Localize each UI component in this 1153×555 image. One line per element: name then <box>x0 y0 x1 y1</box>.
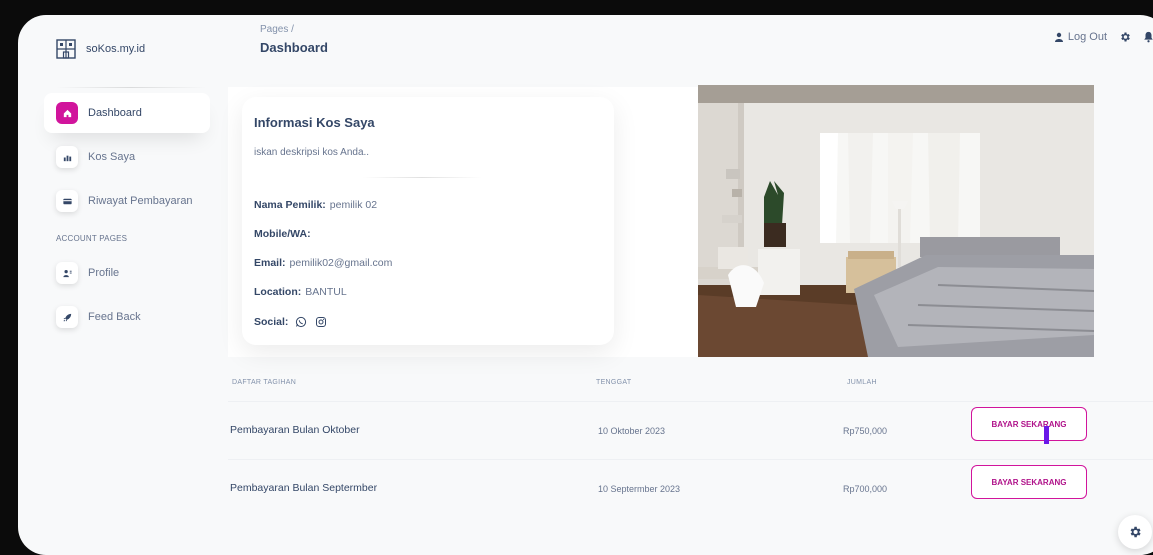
logout-button[interactable]: Log Out <box>1054 31 1107 43</box>
mobile-field: Mobile/WA: <box>254 228 315 240</box>
gear-icon[interactable] <box>1119 31 1131 43</box>
mouse-cursor <box>1044 426 1049 444</box>
sidebar-item-profile[interactable]: Profile <box>44 253 210 293</box>
top-navbar: Log Out <box>1054 31 1153 43</box>
location-value: BANTUL <box>305 286 347 298</box>
brand[interactable]: soKos.my.id <box>56 39 145 59</box>
sidebar-item-label: Profile <box>88 267 120 279</box>
owner-label: Nama Pemilik: <box>254 199 326 211</box>
user-icon <box>1054 32 1063 42</box>
sidebar-item-label: Feed Back <box>88 311 141 323</box>
chart-icon <box>56 146 78 168</box>
whatsapp-icon[interactable] <box>295 316 307 328</box>
location-label: Location: <box>254 286 302 298</box>
sidebar-item-dashboard[interactable]: Dashboard <box>44 93 210 133</box>
card-divider <box>362 177 482 178</box>
table-divider <box>228 459 1153 460</box>
sidebar-item-feed-back[interactable]: Feed Back <box>44 297 210 337</box>
logout-label: Log Out <box>1067 31 1107 43</box>
room-photo <box>698 85 1094 357</box>
sidebar-divider <box>56 87 206 88</box>
sidebar-item-label: Riwayat Pembayaran <box>88 195 193 207</box>
column-header-tenggat: TENGGAT <box>596 379 632 386</box>
table-divider <box>228 401 1153 402</box>
location-field: Location: BANTUL <box>254 286 347 298</box>
app-frame: soKos.my.id Dashboard Kos Saya Riwayat P… <box>18 15 1153 555</box>
social-field: Social: <box>254 316 327 328</box>
breadcrumb[interactable]: Pages / <box>260 24 294 35</box>
bill-amount: Rp700,000 <box>843 484 888 494</box>
social-label: Social: <box>254 316 289 328</box>
sidebar: soKos.my.id Dashboard Kos Saya Riwayat P… <box>18 15 218 555</box>
bill-due-date: 10 Septermber 2023 <box>598 484 681 494</box>
brand-name: soKos.my.id <box>86 43 146 55</box>
email-value: pemilik02@gmail.com <box>289 257 393 269</box>
settings-fab[interactable] <box>1118 515 1152 549</box>
email-field: Email: pemilik02@gmail.com <box>254 257 392 269</box>
mobile-label: Mobile/WA: <box>254 228 311 240</box>
instagram-icon[interactable] <box>315 316 327 328</box>
bill-title: Pembayaran Bulan Septermber <box>230 482 378 494</box>
column-header-jumlah: JUMLAH <box>847 379 877 386</box>
gear-icon <box>1130 526 1141 538</box>
user-icon <box>56 262 78 284</box>
email-label: Email: <box>254 257 286 269</box>
pay-now-button[interactable]: BAYAR SEKARANG <box>971 465 1087 499</box>
home-icon <box>56 102 78 124</box>
rocket-icon <box>56 306 78 328</box>
sidebar-item-label: Kos Saya <box>88 151 136 163</box>
owner-value: pemilik 02 <box>329 199 378 211</box>
bell-icon[interactable] <box>1143 31 1153 43</box>
bill-amount: Rp750,000 <box>843 426 888 436</box>
card-title: Informasi Kos Saya <box>254 115 375 130</box>
card-description: iskan deskripsi kos Anda.. <box>254 147 370 158</box>
bill-title: Pembayaran Bulan Oktober <box>230 424 360 436</box>
sidebar-item-label: Dashboard <box>88 107 142 119</box>
page-title: Dashboard <box>260 40 328 55</box>
owner-field: Nama Pemilik: pemilik 02 <box>254 199 377 211</box>
column-header-daftar-tagihan: DAFTAR TAGIHAN <box>232 379 297 386</box>
bill-due-date: 10 Oktober 2023 <box>598 426 666 436</box>
sidebar-item-riwayat-pembayaran[interactable]: Riwayat Pembayaran <box>44 181 210 221</box>
kos-info-card: Informasi Kos Saya iskan deskripsi kos A… <box>242 97 614 345</box>
building-grid-icon <box>56 39 76 59</box>
pay-now-button[interactable]: BAYAR SEKARANG <box>971 407 1087 441</box>
section-title-account-pages: ACCOUNT PAGES <box>56 234 128 243</box>
sidebar-item-kos-saya[interactable]: Kos Saya <box>44 137 210 177</box>
credit-card-icon <box>56 190 78 212</box>
